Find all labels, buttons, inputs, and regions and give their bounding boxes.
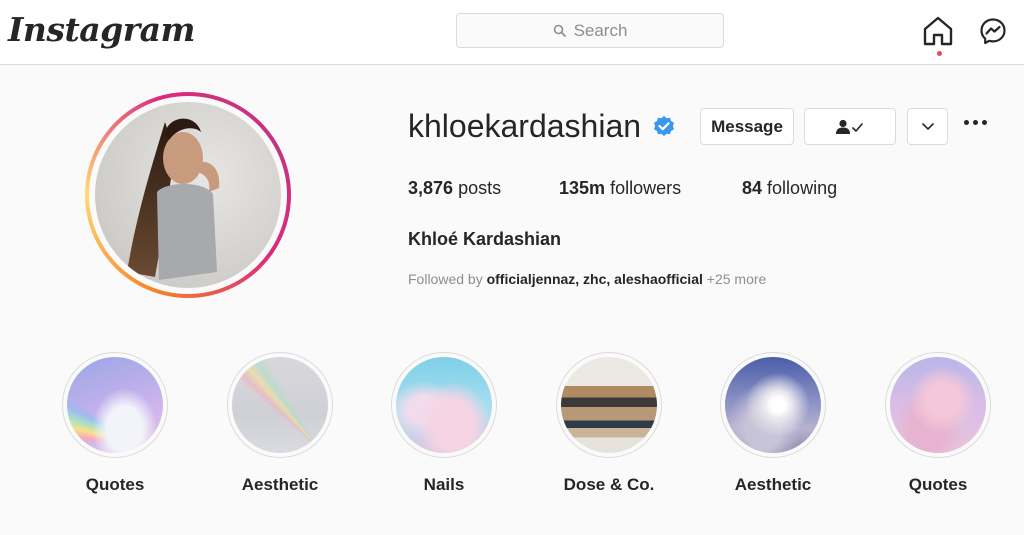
profile-full-name: Khloé Kardashian (408, 229, 562, 249)
following-label: following (767, 178, 838, 198)
highlight-label: Aesthetic (241, 475, 319, 494)
chevron-down-icon (921, 123, 934, 130)
highlight-label: Nails (423, 475, 465, 494)
search-placeholder: Search (573, 20, 628, 40)
highlight-cover (561, 357, 657, 453)
search-input[interactable]: Search (456, 13, 724, 48)
highlight-cover (725, 357, 821, 453)
highlight-cover (232, 357, 328, 453)
home-icon[interactable] (922, 16, 954, 46)
suggested-accounts-dropdown-button[interactable] (907, 108, 948, 145)
followers-link[interactable]: 135m followers (559, 178, 681, 199)
followed-by-names: officialjennaz, zhc, aleshaofficial (486, 271, 703, 287)
followers-label: followers (610, 178, 682, 198)
highlight-item[interactable]: Dose & Co. (554, 352, 664, 495)
profile-username: khloekardashian (408, 108, 642, 144)
highlight-label: Quotes (908, 475, 968, 494)
highlight-item[interactable]: Quotes (883, 352, 993, 495)
following-person-check-icon (836, 119, 863, 134)
notification-dot (937, 51, 942, 56)
highlight-cover (67, 357, 163, 453)
message-button[interactable]: Message (700, 108, 794, 145)
followed-by-line[interactable]: Followed by officialjennaz, zhc, aleshao… (408, 271, 766, 287)
search-icon (553, 24, 566, 37)
highlight-item[interactable]: Aesthetic (225, 352, 335, 495)
highlight-cover (890, 357, 986, 453)
following-button[interactable] (804, 108, 896, 145)
highlight-item[interactable]: Quotes (60, 352, 170, 495)
profile-avatar[interactable] (95, 102, 281, 288)
verified-badge-icon (654, 116, 674, 136)
posts-label: posts (458, 178, 502, 198)
highlight-label: Quotes (85, 475, 145, 494)
more-options-icon[interactable] (964, 120, 987, 125)
highlight-cover (396, 357, 492, 453)
followers-count: 135m (559, 178, 606, 198)
following-count: 84 (742, 178, 763, 198)
highlight-item[interactable]: Aesthetic (718, 352, 828, 495)
profile-photo (127, 118, 220, 280)
highlight-label: Aesthetic (734, 475, 812, 494)
story-ring[interactable] (85, 92, 291, 298)
followed-by-more: +25 more (706, 271, 767, 287)
messenger-icon[interactable] (979, 17, 1007, 45)
posts-count-link[interactable]: 3,876 posts (408, 178, 501, 199)
instagram-logo[interactable]: Instagram (8, 10, 195, 49)
highlight-item[interactable]: Nails (389, 352, 499, 495)
following-link[interactable]: 84 following (742, 178, 837, 199)
posts-count: 3,876 (408, 178, 454, 198)
highlight-label: Dose & Co. (563, 475, 655, 494)
top-navigation-bar: Instagram Search (0, 0, 1024, 65)
followed-by-prefix: Followed by (408, 271, 483, 287)
